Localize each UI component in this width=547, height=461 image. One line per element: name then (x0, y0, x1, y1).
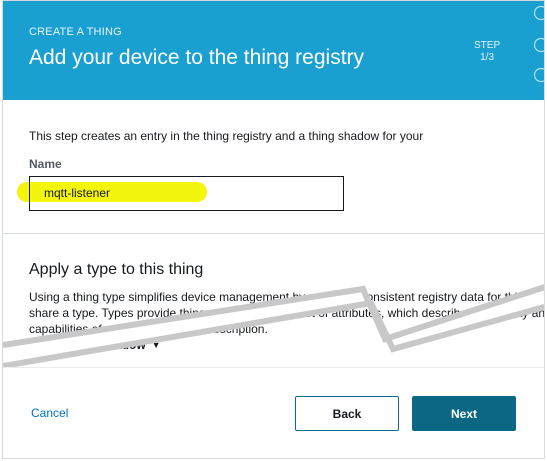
back-button[interactable]: Back (295, 396, 399, 431)
create-thing-dialog: CREATE A THING Add your device to the th… (2, 0, 545, 459)
cancel-link[interactable]: Cancel (31, 406, 68, 420)
next-button[interactable]: Next (412, 396, 516, 431)
dialog-footer: Cancel Back Next (3, 367, 544, 458)
